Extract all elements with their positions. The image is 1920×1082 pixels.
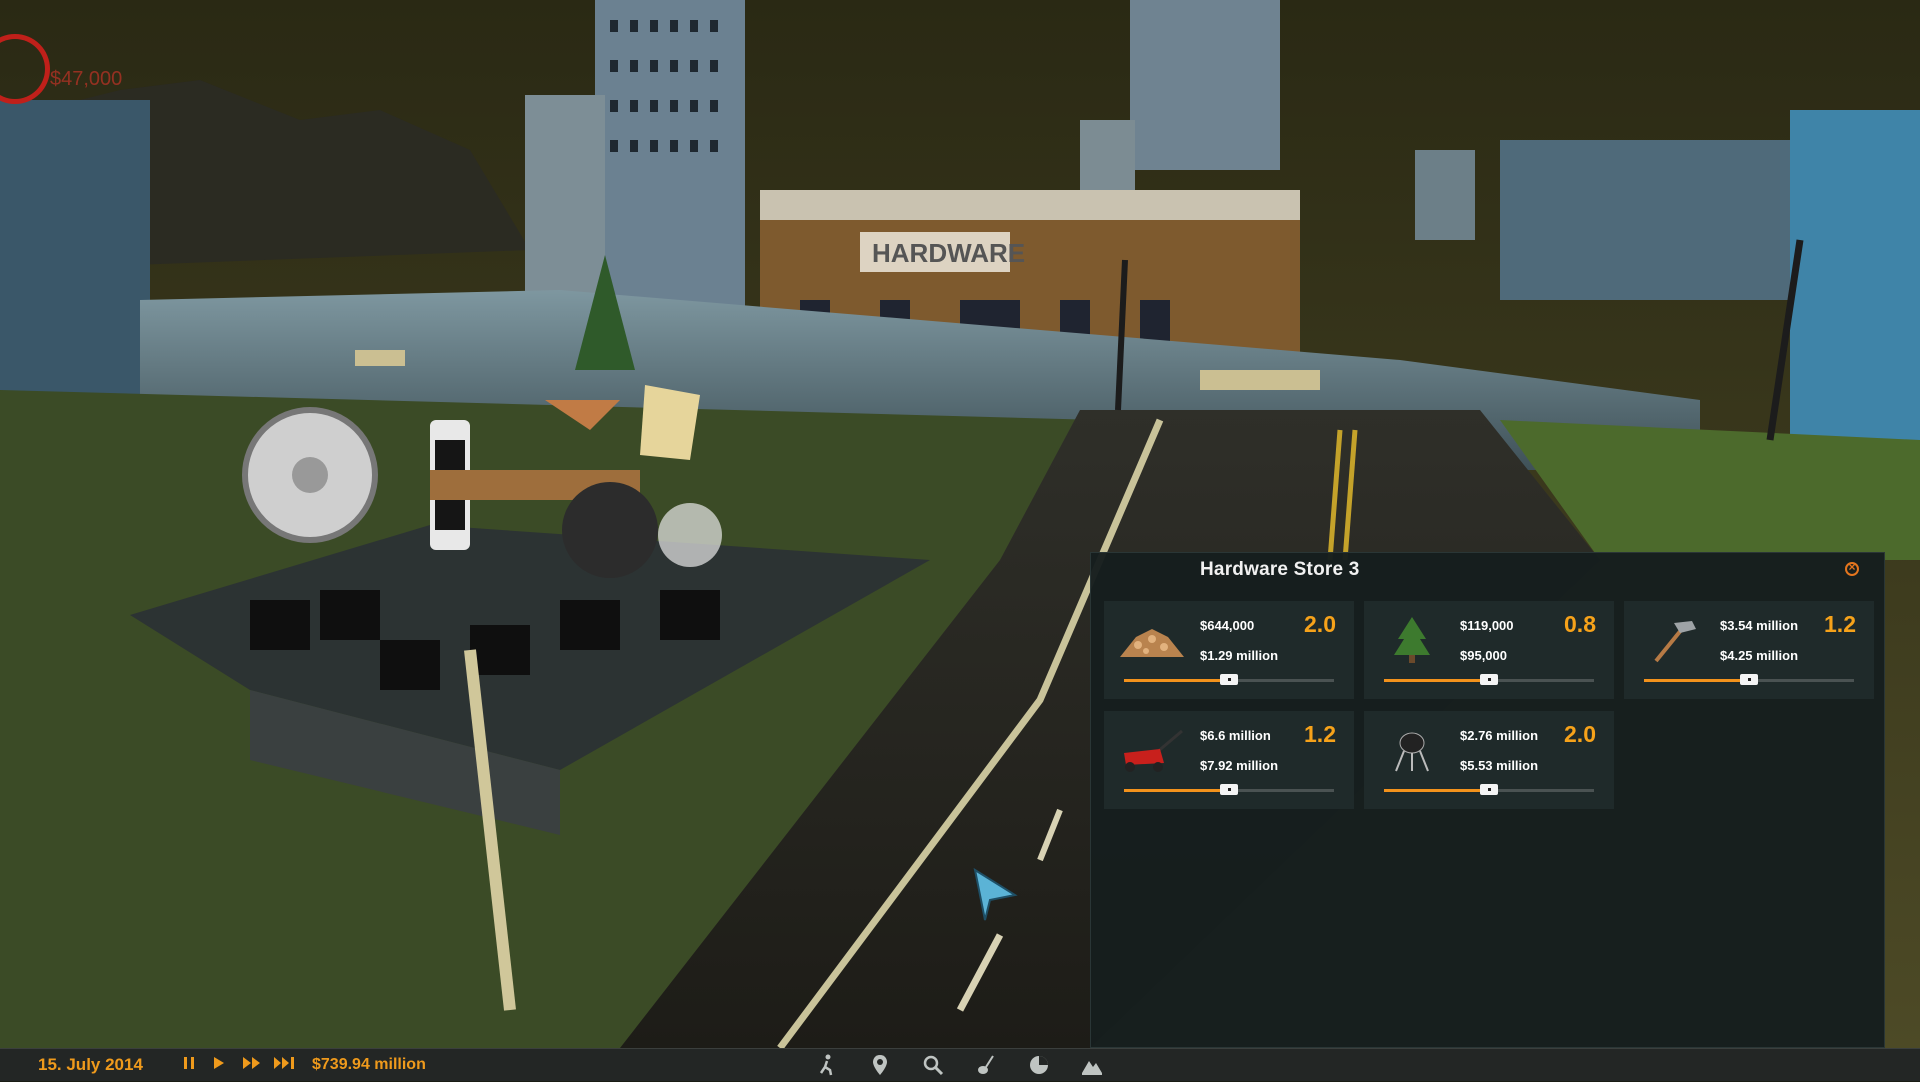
product-card-grill[interactable]: $2.76 million $5.53 million 2.0 (1364, 711, 1614, 809)
price-top: $6.6 million (1200, 728, 1271, 743)
walker-icon[interactable] (815, 1053, 839, 1077)
price-slider[interactable] (1384, 674, 1594, 685)
money-change-indicator: $47,000 (0, 30, 170, 104)
game-date: 15. July 2014 (38, 1055, 143, 1074)
price-factor: 2.0 (1564, 721, 1596, 747)
money-change-value: $47,000 (50, 68, 123, 90)
price-slider[interactable] (1384, 784, 1594, 795)
map-pin-icon[interactable] (868, 1053, 892, 1077)
pause-icon[interactable] (182, 1054, 196, 1077)
product-card-pine-tree[interactable]: $119,000 $95,000 0.8 (1364, 601, 1614, 699)
building-sign: HARDWARE (872, 238, 1025, 268)
slider-thumb[interactable] (1480, 784, 1498, 795)
fast-forward-icon[interactable] (242, 1054, 262, 1077)
price-bottom: $1.29 million (1200, 648, 1279, 663)
lawn-mower-icon (1116, 725, 1188, 775)
magnifier-icon[interactable] (921, 1053, 945, 1077)
price-top: $119,000 (1460, 618, 1514, 633)
close-icon[interactable] (1845, 560, 1859, 576)
product-card-wood-chips[interactable]: $644,000 $1.29 million 2.0 (1104, 601, 1354, 699)
terrain-icon[interactable] (1080, 1053, 1104, 1077)
slider-thumb[interactable] (1740, 674, 1758, 685)
grill-icon (1376, 725, 1448, 775)
price-bottom: $95,000 (1460, 648, 1507, 663)
price-bottom: $4.25 million (1720, 648, 1799, 663)
price-top: $644,000 (1200, 618, 1255, 633)
play-icon[interactable] (212, 1054, 226, 1077)
price-factor: 0.8 (1564, 611, 1596, 637)
fastest-forward-icon[interactable] (273, 1054, 297, 1077)
price-slider[interactable] (1124, 784, 1334, 795)
price-slider[interactable] (1124, 674, 1334, 685)
slider-thumb[interactable] (1480, 674, 1498, 685)
pine-tree-icon (1376, 615, 1448, 665)
wood-chips-icon (1116, 615, 1188, 665)
price-factor: 2.0 (1304, 611, 1336, 637)
pie-chart-icon[interactable] (1027, 1053, 1051, 1077)
store-panel: Hardware Store 3 $644,000 $1.29 million … (1090, 552, 1885, 1048)
price-top: $2.76 million (1460, 728, 1539, 743)
guitar-icon[interactable] (974, 1053, 998, 1077)
price-top: $3.54 million (1720, 618, 1799, 633)
price-bottom: $7.92 million (1200, 758, 1279, 773)
product-card-hammer[interactable]: $3.54 million $4.25 million 1.2 (1624, 601, 1874, 699)
price-factor: 1.2 (1304, 721, 1336, 747)
bottom-bar: 15. July 2014 $739.94 million (0, 1048, 1920, 1081)
price-factor: 1.2 (1824, 611, 1856, 637)
budget-display: $739.94 million (312, 1056, 426, 1073)
price-slider[interactable] (1644, 674, 1854, 685)
price-bottom: $5.53 million (1460, 758, 1539, 773)
hammer-icon (1636, 615, 1708, 665)
slider-thumb[interactable] (1220, 674, 1238, 685)
slider-thumb[interactable] (1220, 784, 1238, 795)
product-card-lawn-mower[interactable]: $6.6 million $7.92 million 1.2 (1104, 711, 1354, 809)
panel-title: Hardware Store 3 (1200, 559, 1360, 580)
